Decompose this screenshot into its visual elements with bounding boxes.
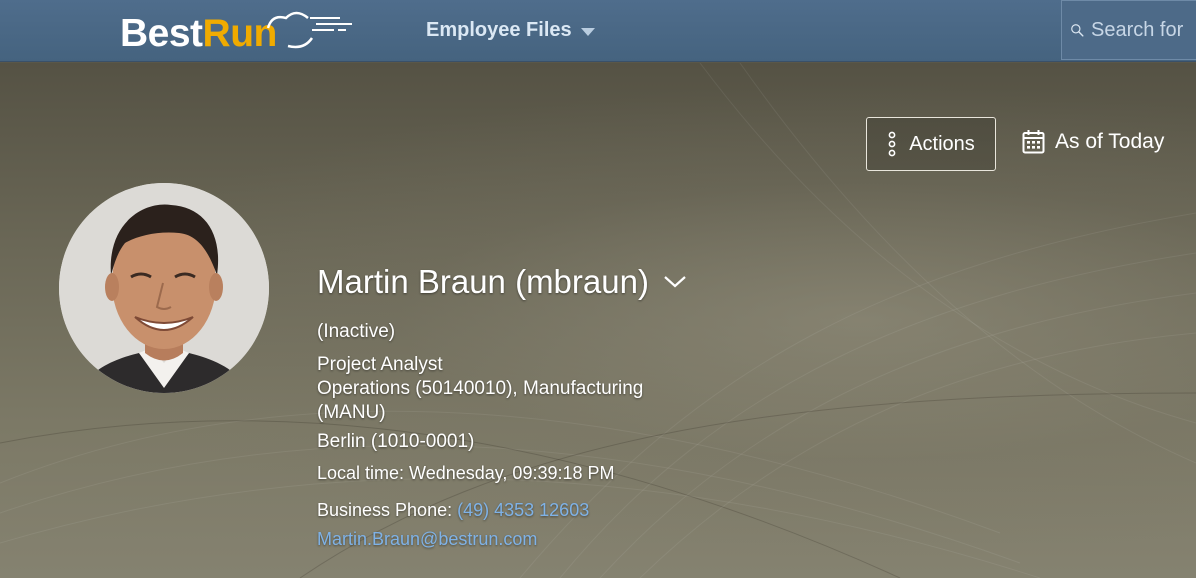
employee-name-switcher[interactable]: Martin Braun (mbraun): [317, 263, 737, 301]
employee-info: Martin Braun (mbraun) (Inactive) Project…: [317, 263, 737, 550]
employee-avatar[interactable]: [59, 183, 269, 393]
employee-status: (Inactive): [317, 321, 396, 342]
job-title: Project Analyst: [317, 354, 443, 375]
email-link[interactable]: Martin.Braun@bestrun.com: [317, 529, 537, 550]
actions-button[interactable]: Actions: [866, 117, 996, 171]
employee-location: Berlin (1010-0001): [317, 431, 475, 452]
profile-header: Actions As of Today Martin Braun (mbraun…: [0, 63, 1196, 578]
module-label: Employee Files: [426, 19, 572, 41]
employee-name: Martin Braun (mbraun): [317, 263, 649, 300]
employee-position: Project Analyst Operations (50140010), M…: [317, 353, 737, 425]
global-search[interactable]: [1061, 0, 1196, 60]
employee-photo: [59, 183, 269, 393]
actions-label: Actions: [909, 132, 975, 155]
business-phone: Business Phone: (49) 4353 12603: [317, 500, 737, 521]
department-line-2: (MANU): [317, 402, 386, 423]
calendar-icon: [1022, 130, 1045, 154]
as-of-label: As of Today: [1055, 129, 1165, 153]
department-line-1: Operations (50140010), Manufacturing: [317, 378, 644, 399]
module-switcher[interactable]: Employee Files: [426, 19, 595, 42]
shell-bar: Best Run Employee Files: [0, 0, 1196, 62]
more-vertical-icon: [888, 131, 896, 157]
bestrun-logo[interactable]: Best Run: [120, 6, 352, 56]
search-icon[interactable]: [1070, 18, 1084, 42]
caret-down-icon: [580, 27, 595, 36]
local-time: Local time: Wednesday, 09:39:18 PM: [317, 463, 615, 483]
cloud-swoosh-icon: [266, 11, 352, 49]
phone-link[interactable]: (49) 4353 12603: [457, 500, 589, 520]
chevron-down-icon[interactable]: [663, 275, 687, 289]
as-of-date-button[interactable]: As of Today: [1022, 129, 1164, 154]
phone-label: Business Phone:: [317, 500, 453, 520]
search-input[interactable]: [1091, 18, 1196, 42]
